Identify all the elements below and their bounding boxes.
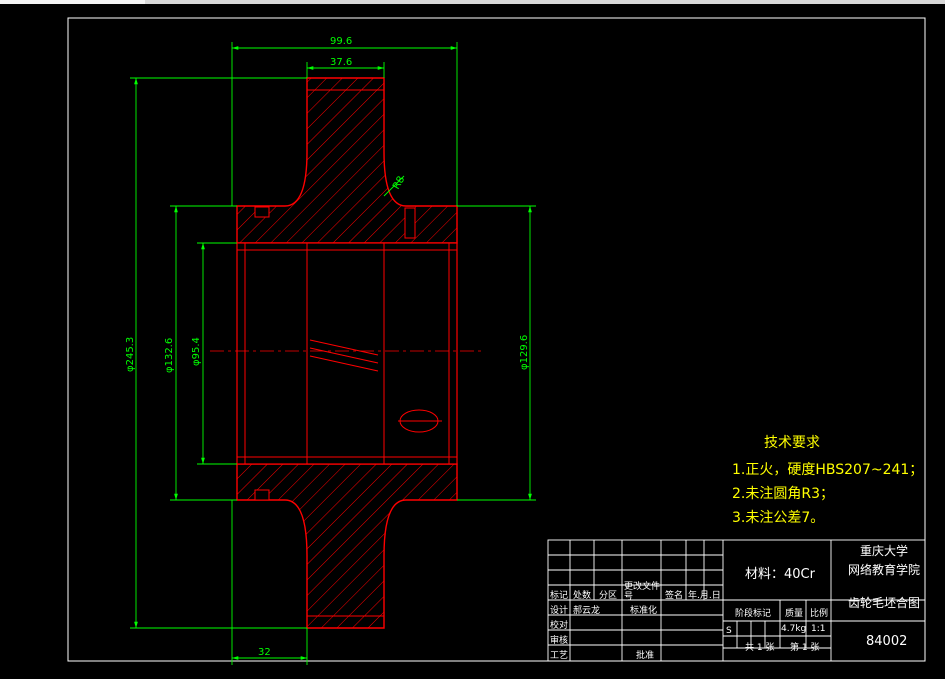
dim-outer-diameter: φ245.3 xyxy=(125,337,136,372)
col-header-sign: 签名 xyxy=(665,591,684,601)
row-label-design: 设计 xyxy=(550,606,569,616)
row-label-review: 审核 xyxy=(550,636,569,646)
dim-hub-diameter: φ132.6 xyxy=(164,338,175,373)
gear-cross-section xyxy=(236,77,458,629)
col-header-count: 处数 xyxy=(573,591,592,601)
sheets-total: 共 1 张 xyxy=(745,643,775,653)
gear-bore xyxy=(236,242,458,465)
mass-value: 4.7kg xyxy=(781,624,807,634)
scale-label: 比例 xyxy=(810,609,829,619)
dim-overall-width: 99.6 xyxy=(330,36,352,47)
col-header-mark: 标记 xyxy=(550,591,569,601)
stage-label: 阶段标记 xyxy=(735,609,772,619)
gear-rim-upper xyxy=(236,77,458,244)
school-name: 重庆大学 xyxy=(860,544,909,558)
tech-requirement-item: 3.未注公差7。 xyxy=(732,510,825,526)
stage-mark: S xyxy=(726,626,732,636)
standardization-label: 标准化 xyxy=(630,606,658,616)
material-label: 材料：40Cr xyxy=(745,567,815,582)
dim-hub-width: 37.6 xyxy=(330,57,352,68)
sheet-number: 第 1 张 xyxy=(790,643,820,653)
tech-requirement-item: 2.未注圆角R3； xyxy=(732,486,834,502)
drawing-number: 84002 xyxy=(866,634,908,649)
dim-right-hub-diameter: φ129.6 xyxy=(519,335,530,370)
approval-label: 批准 xyxy=(636,651,655,661)
tech-requirements-title: 技术要求 xyxy=(764,435,820,451)
col-header-zone: 分区 xyxy=(599,591,618,601)
col-header-change-doc: 更改文件号 xyxy=(624,582,661,602)
scale-value: 1:1 xyxy=(811,624,826,634)
designer-name: 郝云龙 xyxy=(573,606,601,616)
gear-rim-lower xyxy=(236,463,458,629)
school-department: 网络教育学院 xyxy=(848,563,921,577)
mass-label: 质量 xyxy=(785,609,804,619)
row-label-check: 校对 xyxy=(550,621,569,631)
tech-requirement-item: 1.正火，硬度HBS207~241； xyxy=(732,462,924,478)
row-label-process: 工艺 xyxy=(550,651,569,661)
dim-fillet: R8 xyxy=(391,174,407,191)
dim-bore-length: 32 xyxy=(258,647,271,658)
col-header-date: 年.月.日 xyxy=(688,591,721,601)
dim-bore-diameter: φ95.4 xyxy=(191,337,202,366)
drawing-name: 齿轮毛坯合图 xyxy=(848,596,921,610)
